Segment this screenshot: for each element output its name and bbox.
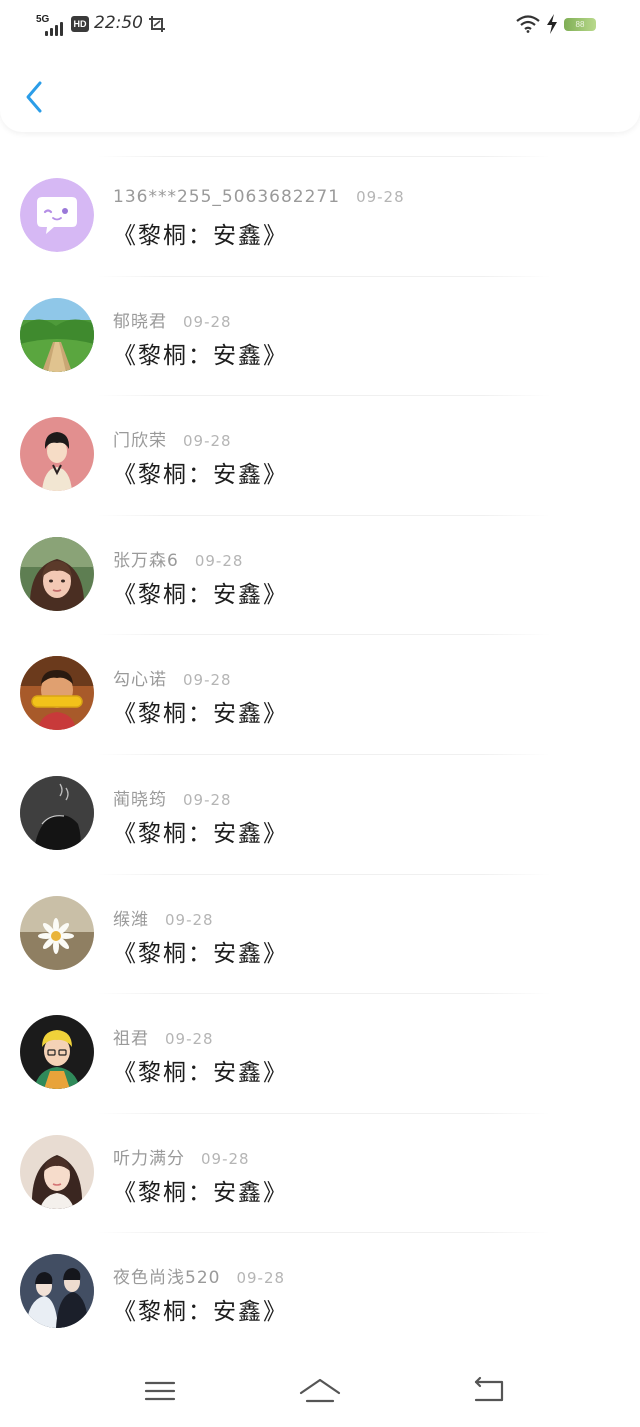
username[interactable]: 祖君 (113, 1029, 149, 1049)
system-nav-bar (0, 1355, 640, 1427)
chat-bubble-avatar[interactable] (20, 178, 94, 252)
username[interactable]: 勾心诺 (113, 670, 167, 690)
chevron-left-icon[interactable] (22, 80, 46, 114)
list-item[interactable]: 张万森6 09-28 《黎桐：安鑫》 (0, 514, 640, 635)
comment-text: 《黎桐：安鑫》 (113, 1299, 288, 1326)
comment-date: 09-28 (183, 432, 232, 451)
comment-text: 《黎桐：安鑫》 (113, 940, 288, 967)
list-item[interactable]: 夜色尚浅520 09-28 《黎桐：安鑫》 (0, 1232, 640, 1352)
comment-list-screen: 5G HD 22:50 88 136***255_5063682271 09-2… (0, 0, 640, 1427)
comment-meta: 缑潍 09-28 (113, 905, 214, 930)
divider (96, 993, 551, 995)
top-bar: 5G HD 22:50 88 (0, 0, 640, 132)
smoke-portrait-avatar[interactable] (20, 775, 94, 850)
comment-date: 09-28 (183, 312, 232, 331)
hd-icon: HD (71, 16, 89, 32)
comment-text: 《黎桐：安鑫》 (113, 1179, 288, 1206)
couple-avatar[interactable] (20, 1254, 94, 1329)
comment-date: 09-28 (356, 188, 405, 206)
comment-meta: 听力满分 09-28 (113, 1144, 250, 1169)
list-item[interactable]: 郁晓君 09-28 《黎桐：安鑫》 (0, 275, 640, 396)
status-bar: 5G HD 22:50 88 (0, 0, 640, 50)
anime-boy-avatar[interactable] (20, 417, 94, 492)
comment-text: 《黎桐：安鑫》 (113, 1060, 288, 1087)
username[interactable]: 夜色尚浅520 (113, 1268, 220, 1288)
username[interactable]: 听力满分 (113, 1149, 185, 1169)
comment-meta: 祖君 09-28 (113, 1024, 214, 1049)
comment-meta: 夜色尚浅520 09-28 (113, 1263, 285, 1288)
list-item[interactable]: 门欣荣 09-28 《黎桐：安鑫》 (0, 395, 640, 515)
comment-date: 09-28 (201, 1149, 250, 1168)
username[interactable]: 蔺晓筠 (113, 790, 167, 810)
comment-date: 09-28 (183, 790, 232, 809)
comment-date: 09-28 (194, 551, 244, 570)
comment-meta: 蔺晓筠 09-28 (113, 785, 232, 810)
comment-date: 09-28 (236, 1269, 286, 1288)
girl-photo-avatar[interactable] (20, 536, 94, 611)
comment-text: 《黎桐：安鑫》 (113, 701, 288, 728)
menu-icon[interactable] (138, 1373, 182, 1409)
list-item[interactable]: 蔺晓筠 09-28 《黎桐：安鑫》 (0, 753, 640, 874)
divider (96, 395, 551, 397)
wifi-icon (516, 15, 540, 33)
divider (96, 753, 551, 755)
comment-meta: 郁晓君 09-28 (113, 307, 232, 332)
signal-icon: 5G (36, 14, 66, 36)
home-icon[interactable] (298, 1373, 342, 1409)
screenshot-icon (149, 16, 165, 32)
cartoon-boy-avatar[interactable] (20, 1015, 94, 1090)
comment-date: 09-28 (165, 1030, 214, 1049)
comment-date: 09-28 (183, 671, 232, 690)
username[interactable]: 张万森6 (113, 551, 179, 571)
divider (96, 1112, 551, 1114)
divider (96, 514, 551, 516)
girl-selfie-avatar[interactable] (20, 1134, 94, 1209)
username[interactable]: 门欣荣 (113, 431, 167, 451)
battery-level: 88 (575, 20, 585, 29)
comment-date: 09-28 (165, 910, 214, 929)
daisy-avatar[interactable] (20, 895, 94, 970)
landscape-avatar[interactable] (20, 297, 94, 372)
username[interactable]: 136***255_5063682271 (113, 187, 340, 207)
comment-meta: 勾心诺 09-28 (113, 665, 232, 690)
list-item[interactable]: 136***255_5063682271 09-28 《黎桐：安鑫》 (0, 156, 640, 276)
comment-meta: 门欣荣 09-28 (113, 426, 232, 451)
list-item[interactable]: 缑潍 09-28 《黎桐：安鑫》 (0, 873, 640, 994)
list-item[interactable]: 勾心诺 09-28 《黎桐：安鑫》 (0, 634, 640, 754)
back-icon[interactable] (466, 1373, 510, 1409)
list-item[interactable]: 祖君 09-28 《黎桐：安鑫》 (0, 993, 640, 1113)
divider (96, 873, 551, 875)
divider (96, 275, 551, 277)
comment-meta: 张万森6 09-28 (113, 546, 243, 571)
divider (96, 156, 551, 157)
comment-text: 《黎桐：安鑫》 (113, 581, 288, 608)
divider (96, 1232, 551, 1234)
comment-text: 《黎桐：安鑫》 (113, 462, 288, 489)
network-type: 5G (36, 14, 50, 25)
comment-text: 《黎桐：安鑫》 (113, 223, 288, 249)
username[interactable]: 缑潍 (113, 910, 149, 930)
clock: 22:50 (94, 13, 143, 33)
list-item[interactable]: 听力满分 09-28 《黎桐：安鑫》 (0, 1112, 640, 1233)
comment-list: 136***255_5063682271 09-28 《黎桐：安鑫》 郁晓君 09-… (0, 156, 640, 1352)
comment-meta: 136***255_5063682271 09-28 (113, 187, 405, 207)
username[interactable]: 郁晓君 (113, 312, 167, 332)
charging-icon (547, 14, 557, 34)
comment-text: 《黎桐：安鑫》 (113, 342, 288, 369)
battery-icon: 88 (564, 18, 596, 31)
comment-text: 《黎桐：安鑫》 (113, 820, 288, 847)
divider (96, 634, 551, 636)
kid-corn-avatar[interactable] (20, 656, 94, 731)
